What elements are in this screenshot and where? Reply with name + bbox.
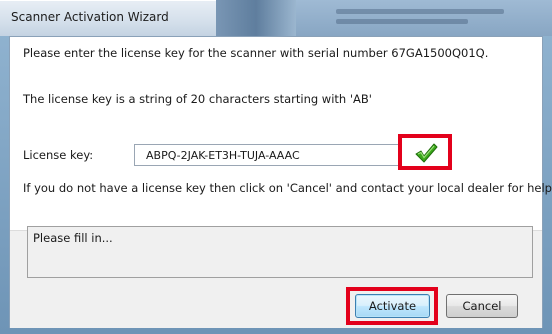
background-window [296, 0, 552, 36]
green-checkmark-icon [415, 143, 438, 163]
help-text: If you do not have a license key then cl… [23, 181, 552, 195]
background-window-edge [216, 0, 296, 36]
validation-highlight [398, 134, 452, 170]
format-hint-text: The license key is a string of 20 charac… [23, 92, 372, 106]
license-key-input[interactable] [134, 144, 400, 166]
blurred-text-line [336, 19, 468, 24]
status-panel: Please fill in... [27, 226, 533, 278]
status-message: Please fill in... [33, 231, 113, 245]
activate-highlight: Activate [346, 287, 438, 325]
blurred-text-line [336, 9, 504, 14]
cancel-button[interactable]: Cancel [446, 294, 518, 318]
window-title: Scanner Activation Wizard [11, 10, 169, 24]
license-key-label: License key: [23, 148, 94, 162]
dialog-window: Scanner Activation Wizard Please enter t… [0, 0, 552, 334]
title-bar[interactable]: Scanner Activation Wizard [0, 0, 552, 36]
dialog-body: Please enter the license key for the sca… [9, 36, 552, 328]
activate-button[interactable]: Activate [355, 294, 430, 318]
title-tab: Scanner Activation Wizard [0, 0, 217, 36]
instruction-text: Please enter the license key for the sca… [23, 46, 489, 60]
